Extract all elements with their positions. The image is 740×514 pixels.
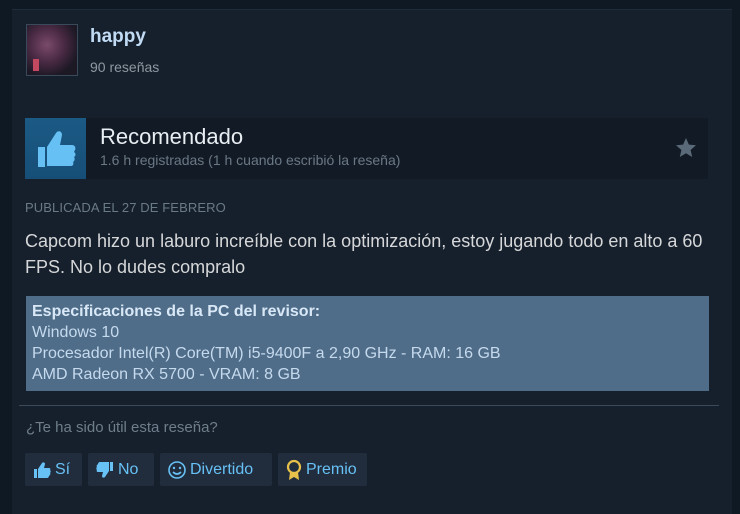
specs-line: AMD Radeon RX 5700 - VRAM: 8 GB <box>32 366 301 383</box>
thumbs-up-icon <box>34 461 51 478</box>
award-icon <box>286 459 302 480</box>
user-review-count[interactable]: 90 reseñas <box>90 59 159 75</box>
playtime-hours: 1.6 h registradas (1 h cuando escribió l… <box>100 152 401 168</box>
verdict-title[interactable]: Recomendado <box>100 124 243 150</box>
award-button[interactable]: Premio <box>278 453 367 486</box>
thumbs-down-icon <box>96 461 113 478</box>
review-card: happy 90 reseñas Recomendado 1.6 h regis… <box>12 9 732 514</box>
user-avatar[interactable] <box>26 24 78 76</box>
funny-label: Divertido <box>190 460 254 478</box>
award-label: Premio <box>306 460 357 478</box>
helpful-no-button[interactable]: No <box>88 453 154 486</box>
specs-title: Especificaciones de la PC del revisor: <box>32 303 321 320</box>
specs-line: Windows 10 <box>32 324 120 341</box>
smiley-icon <box>168 460 186 479</box>
reviewer-pc-specs: Especificaciones de la PC del revisor: W… <box>26 296 709 391</box>
user-name[interactable]: happy <box>90 26 146 48</box>
yes-label: Sí <box>55 460 71 478</box>
review-text: Capcom hizo un laburo increíble con la o… <box>25 231 703 277</box>
helpful-yes-button[interactable]: Sí <box>25 453 82 486</box>
divider <box>19 405 719 406</box>
no-label: No <box>118 460 139 478</box>
funny-button[interactable]: Divertido <box>160 453 272 486</box>
helpful-question: ¿Te ha sido útil esta reseña? <box>26 419 218 436</box>
specs-line: Procesador Intel(R) Core(TM) i5-9400F a … <box>32 345 501 362</box>
thumbs-up-icon <box>25 118 86 179</box>
star-icon[interactable] <box>674 136 698 160</box>
review-verdict: Recomendado 1.6 h registradas (1 h cuand… <box>25 118 708 179</box>
posted-date: PUBLICADA EL 27 DE FEBRERO <box>25 200 226 215</box>
